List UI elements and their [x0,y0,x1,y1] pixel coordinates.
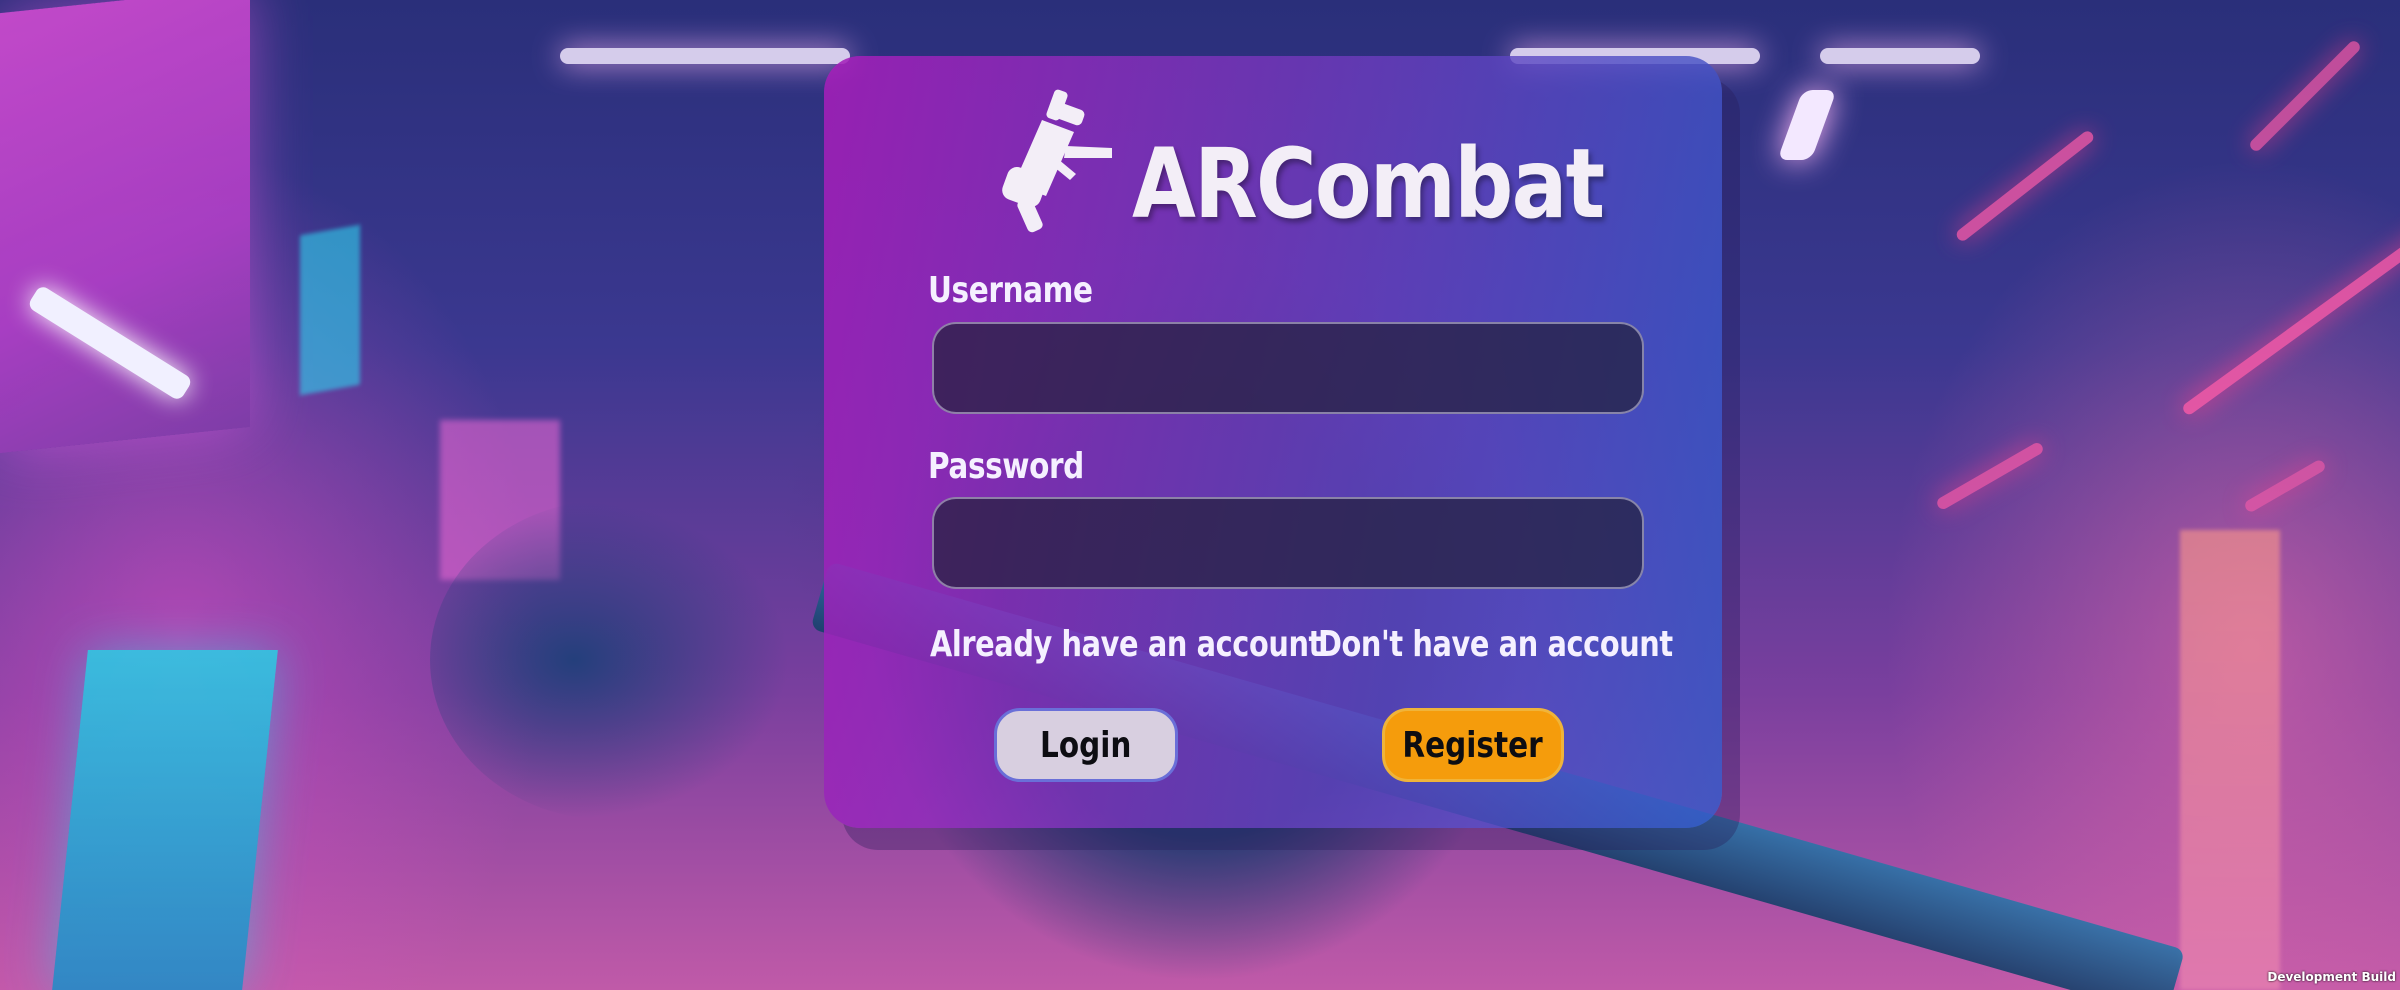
background-neon-line [1954,128,2096,244]
password-input[interactable] [932,497,1644,589]
background-neon-line [1935,440,2045,512]
app-logo: ARCombat [994,86,1680,236]
background-cyan-strip [300,224,360,396]
background-neon-line [2180,195,2400,417]
register-hint-text: Don't have an account [1318,624,1673,665]
background-warm-column [2180,530,2280,990]
background-cyan-panel [52,650,278,990]
background-ceiling-light [560,48,850,64]
background-neon-line [2247,38,2363,154]
app-title: ARCombat [1132,128,1605,240]
register-button-label: Register [1402,724,1544,766]
background-ceiling-light [1820,48,1980,64]
username-input[interactable] [932,322,1644,414]
gun-icon [1002,89,1112,233]
password-label: Password [928,446,1084,487]
background-ceiling-light [1777,90,1837,160]
login-screen: ARCombat Username Password Already have … [0,0,2400,990]
background-neon-line [2243,458,2327,514]
username-label: Username [928,270,1093,311]
development-build-label: Development Build [2267,970,2396,984]
login-button[interactable]: Login [994,708,1178,782]
background-soldier-arm [430,500,790,820]
login-button-label: Login [1040,724,1132,766]
background-neon-sign [0,0,250,454]
register-button[interactable]: Register [1382,708,1564,782]
login-hint-text: Already have an account [930,624,1322,665]
login-card: ARCombat Username Password Already have … [824,56,1722,828]
